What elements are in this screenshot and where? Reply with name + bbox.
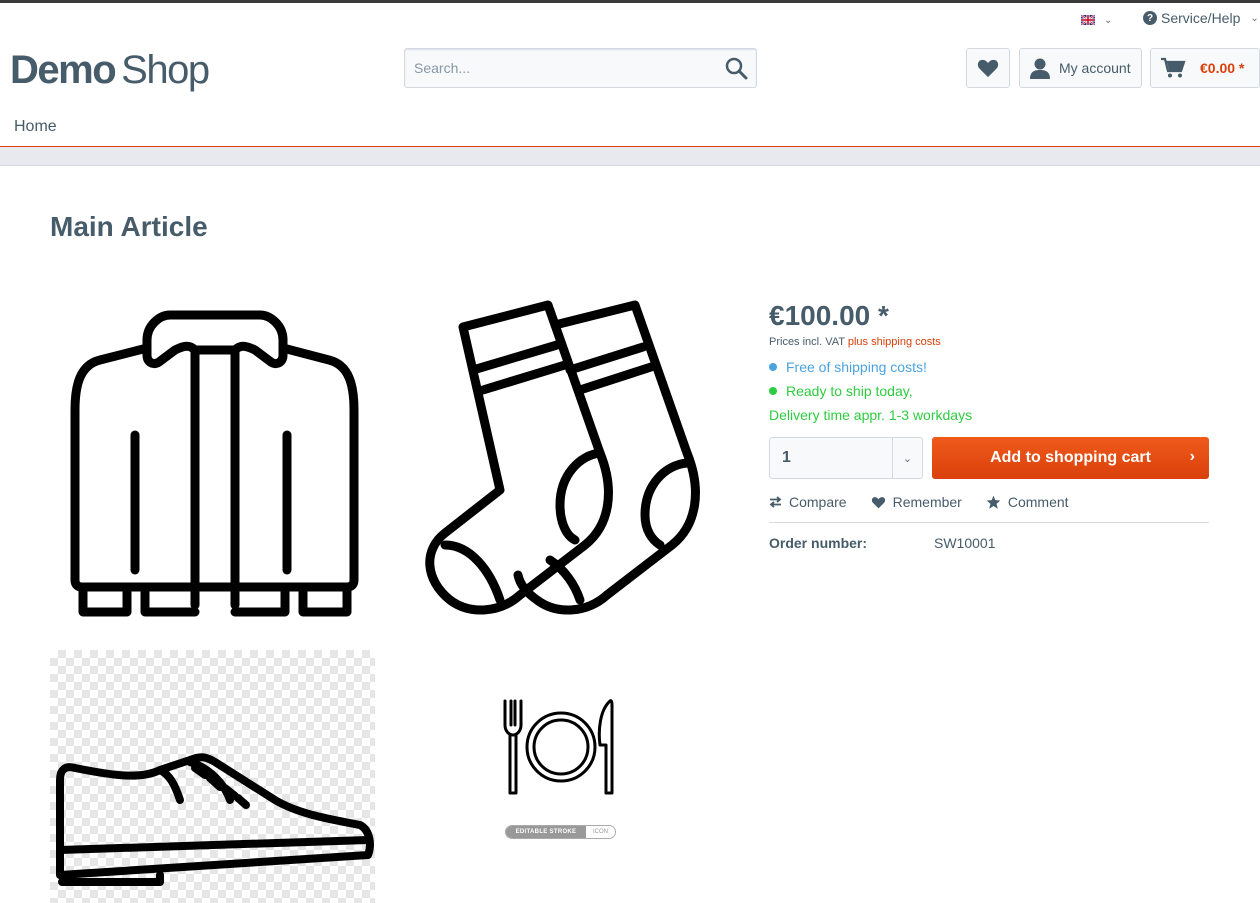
free-shipping-label: Free of shipping costs! xyxy=(786,359,927,375)
quantity-value: 1 xyxy=(782,449,791,466)
compare-action[interactable]: Compare xyxy=(769,494,847,510)
comment-label: Comment xyxy=(1007,494,1069,510)
service-help-menu[interactable]: ? Service/Help ⌄ xyxy=(1143,10,1259,26)
chevron-down-icon: ⌄ xyxy=(1104,14,1113,26)
logo-light-text: Shop xyxy=(121,48,210,92)
socks-icon[interactable] xyxy=(415,295,705,630)
badge-label-right: ICON xyxy=(586,826,615,838)
shoe-icon xyxy=(56,753,374,886)
add-to-cart-button[interactable]: Add to shopping cart › xyxy=(932,437,1209,479)
cart-button[interactable]: €0.00 * xyxy=(1150,48,1260,88)
cart-amount: €0.00 * xyxy=(1200,60,1245,76)
shopping-cart-icon xyxy=(1161,57,1186,78)
divider xyxy=(769,522,1209,523)
order-number-value: SW10001 xyxy=(934,535,996,551)
add-to-cart-label: Add to shopping cart xyxy=(990,449,1151,466)
editable-stroke-badge: EDITABLE STROKE ICON xyxy=(505,825,616,839)
page-title: Main Article xyxy=(50,211,208,242)
status-dot-icon xyxy=(769,363,777,371)
wishlist-button[interactable] xyxy=(966,48,1010,88)
ready-to-ship-label: Ready to ship today, xyxy=(786,383,913,399)
compare-arrows-icon xyxy=(769,496,782,508)
vat-info: Prices incl. VAT plus shipping costs xyxy=(769,336,941,348)
logo-bold-text: Demo xyxy=(10,48,117,92)
order-number-label: Order number: xyxy=(769,535,868,551)
product-price: €100.00 * xyxy=(769,300,889,331)
top-border xyxy=(0,0,1260,3)
question-icon: ? xyxy=(1143,11,1157,25)
language-switcher[interactable]: ⌄ xyxy=(1081,12,1112,28)
nav-item-home[interactable]: Home xyxy=(14,118,57,136)
jacket-icon[interactable] xyxy=(55,300,365,625)
search-box xyxy=(404,48,757,88)
vat-prefix: Prices incl. VAT xyxy=(769,336,845,348)
search-input[interactable] xyxy=(405,49,705,87)
chevron-right-icon: › xyxy=(1189,448,1195,465)
badge-label-left: EDITABLE STROKE xyxy=(506,826,586,838)
my-account-label: My account xyxy=(1059,60,1131,76)
chevron-down-icon: ⌄ xyxy=(892,438,922,478)
comment-action[interactable]: Comment xyxy=(986,494,1069,510)
delivery-time: Delivery time appr. 1-3 workdays xyxy=(769,407,973,423)
product-actions: Compare Remember Comment xyxy=(769,494,1069,510)
status-dot-icon xyxy=(769,387,777,395)
free-shipping-status: Free of shipping costs! xyxy=(769,359,927,375)
user-icon xyxy=(1030,58,1050,79)
shoe-image[interactable] xyxy=(50,650,375,903)
shipping-costs-link[interactable]: plus shipping costs xyxy=(848,336,941,348)
remember-label: Remember xyxy=(892,494,962,510)
ready-to-ship-status: Ready to ship today, xyxy=(769,383,913,399)
star-icon xyxy=(986,495,1001,509)
uk-flag-icon xyxy=(1081,15,1095,25)
quantity-select[interactable]: 1 ⌄ xyxy=(769,437,923,479)
remember-action[interactable]: Remember xyxy=(871,494,962,510)
service-help-label: Service/Help xyxy=(1161,10,1241,26)
chevron-down-icon: ⌄ xyxy=(1250,12,1259,24)
main-navigation: Home xyxy=(0,108,1260,147)
shop-logo[interactable]: Demo Shop xyxy=(10,46,210,94)
plate-cutlery-icon[interactable] xyxy=(500,695,622,800)
search-icon[interactable] xyxy=(724,56,748,80)
compare-label: Compare xyxy=(789,494,847,510)
heart-icon xyxy=(977,59,999,78)
heart-icon xyxy=(871,496,885,508)
my-account-button[interactable]: My account xyxy=(1019,48,1142,88)
breadcrumb-band xyxy=(0,147,1260,166)
